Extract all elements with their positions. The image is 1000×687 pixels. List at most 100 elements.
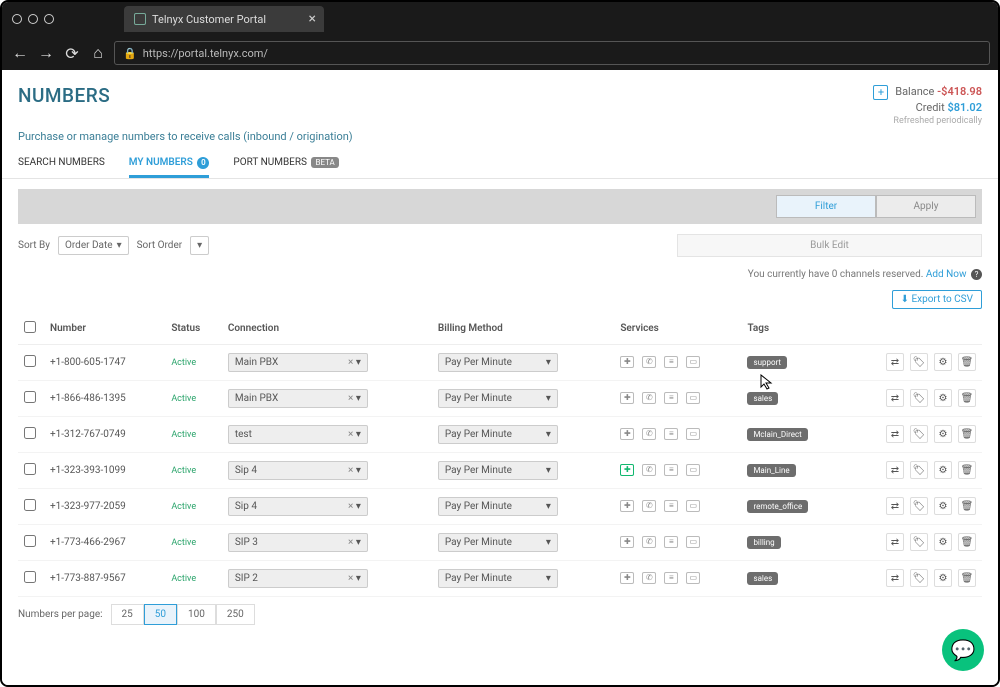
connection-select[interactable]: Main PBX× ▾ — [228, 353, 368, 372]
tag-button[interactable]: 🏷 — [910, 389, 928, 407]
delete-button[interactable]: 🗑 — [958, 353, 976, 371]
routes-button[interactable]: ⇄ — [886, 389, 904, 407]
tag-button[interactable]: 🏷 — [910, 353, 928, 371]
filter-button[interactable]: Filter — [776, 195, 876, 218]
routes-button[interactable]: ⇄ — [886, 569, 904, 587]
forward-button[interactable]: → — [36, 43, 56, 63]
list-icon[interactable]: ≡ — [664, 500, 678, 512]
tag-button[interactable]: 🏷 — [910, 497, 928, 515]
row-checkbox[interactable] — [24, 535, 36, 547]
chat-button[interactable]: 💬 — [942, 629, 984, 671]
connection-select[interactable]: SIP 2× ▾ — [228, 569, 368, 588]
row-checkbox[interactable] — [24, 391, 36, 403]
e911-icon[interactable]: ✚ — [620, 536, 634, 548]
list-icon[interactable]: ≡ — [664, 392, 678, 404]
e911-icon[interactable]: ✚ — [620, 392, 634, 404]
page-size-option[interactable]: 250 — [216, 604, 255, 625]
billing-select[interactable]: Pay Per Minute▾ — [438, 425, 558, 444]
traffic-dot[interactable] — [28, 14, 38, 24]
list-icon[interactable]: ≡ — [664, 464, 678, 476]
sort-by-select[interactable]: Order Date ▾ — [58, 236, 129, 255]
delete-button[interactable]: 🗑 — [958, 461, 976, 479]
clear-icon[interactable]: × — [348, 501, 353, 512]
tag-button[interactable]: 🏷 — [910, 425, 928, 443]
e911-icon[interactable]: ✚ — [620, 356, 634, 368]
connection-select[interactable]: Sip 4× ▾ — [228, 497, 368, 516]
card-icon[interactable]: ▭ — [686, 392, 700, 404]
card-icon[interactable]: ▭ — [686, 536, 700, 548]
row-checkbox[interactable] — [24, 571, 36, 583]
back-button[interactable]: ← — [10, 43, 30, 63]
apply-button[interactable]: Apply — [876, 195, 976, 218]
page-size-option[interactable]: 100 — [177, 604, 216, 625]
e911-icon[interactable]: ✚ — [620, 428, 634, 440]
settings-button[interactable]: ⚙ — [934, 389, 952, 407]
settings-button[interactable]: ⚙ — [934, 353, 952, 371]
routes-button[interactable]: ⇄ — [886, 425, 904, 443]
info-icon[interactable]: ? — [971, 269, 982, 280]
e911-icon[interactable]: ✚ — [620, 572, 634, 584]
home-button[interactable]: ⌂ — [88, 43, 108, 63]
list-icon[interactable]: ≡ — [664, 356, 678, 368]
sort-order-select[interactable]: ▾ — [190, 236, 209, 255]
browser-tab[interactable]: Telnyx Customer Portal × — [124, 6, 324, 32]
phone-icon[interactable]: ✆ — [642, 392, 656, 404]
tab-search-numbers[interactable]: SEARCH NUMBERS — [18, 151, 105, 178]
page-size-option[interactable]: 25 — [111, 604, 144, 625]
connection-select[interactable]: test× ▾ — [228, 425, 368, 444]
clear-icon[interactable]: × — [348, 357, 353, 368]
traffic-dot[interactable] — [12, 14, 22, 24]
phone-icon[interactable]: ✆ — [642, 572, 656, 584]
delete-button[interactable]: 🗑 — [958, 569, 976, 587]
list-icon[interactable]: ≡ — [664, 536, 678, 548]
reload-button[interactable]: ⟳ — [62, 44, 82, 63]
billing-select[interactable]: Pay Per Minute▾ — [438, 569, 558, 588]
routes-button[interactable]: ⇄ — [886, 533, 904, 551]
tag-button[interactable]: 🏷 — [910, 461, 928, 479]
url-input[interactable]: 🔒 https://portal.telnyx.com/ — [114, 41, 990, 65]
e911-icon[interactable]: ✚ — [620, 500, 634, 512]
traffic-dot[interactable] — [44, 14, 54, 24]
connection-select[interactable]: SIP 3× ▾ — [228, 533, 368, 552]
tag-button[interactable]: 🏷 — [910, 533, 928, 551]
phone-icon[interactable]: ✆ — [642, 356, 656, 368]
clear-icon[interactable]: × — [348, 573, 353, 584]
row-checkbox[interactable] — [24, 427, 36, 439]
select-all-checkbox[interactable] — [24, 321, 36, 333]
settings-button[interactable]: ⚙ — [934, 425, 952, 443]
settings-button[interactable]: ⚙ — [934, 497, 952, 515]
tag-button[interactable]: 🏷 — [910, 569, 928, 587]
clear-icon[interactable]: × — [348, 537, 353, 548]
export-csv-button[interactable]: ⬇ Export to CSV — [892, 290, 982, 309]
settings-button[interactable]: ⚙ — [934, 461, 952, 479]
clear-icon[interactable]: × — [348, 465, 353, 476]
delete-button[interactable]: 🗑 — [958, 389, 976, 407]
billing-select[interactable]: Pay Per Minute▾ — [438, 533, 558, 552]
billing-select[interactable]: Pay Per Minute▾ — [438, 497, 558, 516]
tab-port-numbers[interactable]: PORT NUMBERS BETA — [233, 151, 338, 178]
card-icon[interactable]: ▭ — [686, 464, 700, 476]
page-size-option[interactable]: 50 — [144, 604, 177, 625]
add-now-link[interactable]: Add Now — [926, 269, 967, 280]
list-icon[interactable]: ≡ — [664, 428, 678, 440]
tab-my-numbers[interactable]: MY NUMBERS 0 — [129, 151, 210, 178]
phone-icon[interactable]: ✆ — [642, 464, 656, 476]
connection-select[interactable]: Sip 4× ▾ — [228, 461, 368, 480]
clear-icon[interactable]: × — [348, 393, 353, 404]
e911-icon[interactable]: ✚ — [620, 464, 634, 476]
row-checkbox[interactable] — [24, 463, 36, 475]
delete-button[interactable]: 🗑 — [958, 425, 976, 443]
settings-button[interactable]: ⚙ — [934, 533, 952, 551]
row-checkbox[interactable] — [24, 355, 36, 367]
billing-select[interactable]: Pay Per Minute▾ — [438, 353, 558, 372]
phone-icon[interactable]: ✆ — [642, 500, 656, 512]
routes-button[interactable]: ⇄ — [886, 461, 904, 479]
clear-icon[interactable]: × — [348, 429, 353, 440]
delete-button[interactable]: 🗑 — [958, 497, 976, 515]
connection-select[interactable]: Main PBX× ▾ — [228, 389, 368, 408]
settings-button[interactable]: ⚙ — [934, 569, 952, 587]
row-checkbox[interactable] — [24, 499, 36, 511]
billing-select[interactable]: Pay Per Minute▾ — [438, 461, 558, 480]
card-icon[interactable]: ▭ — [686, 572, 700, 584]
phone-icon[interactable]: ✆ — [642, 536, 656, 548]
